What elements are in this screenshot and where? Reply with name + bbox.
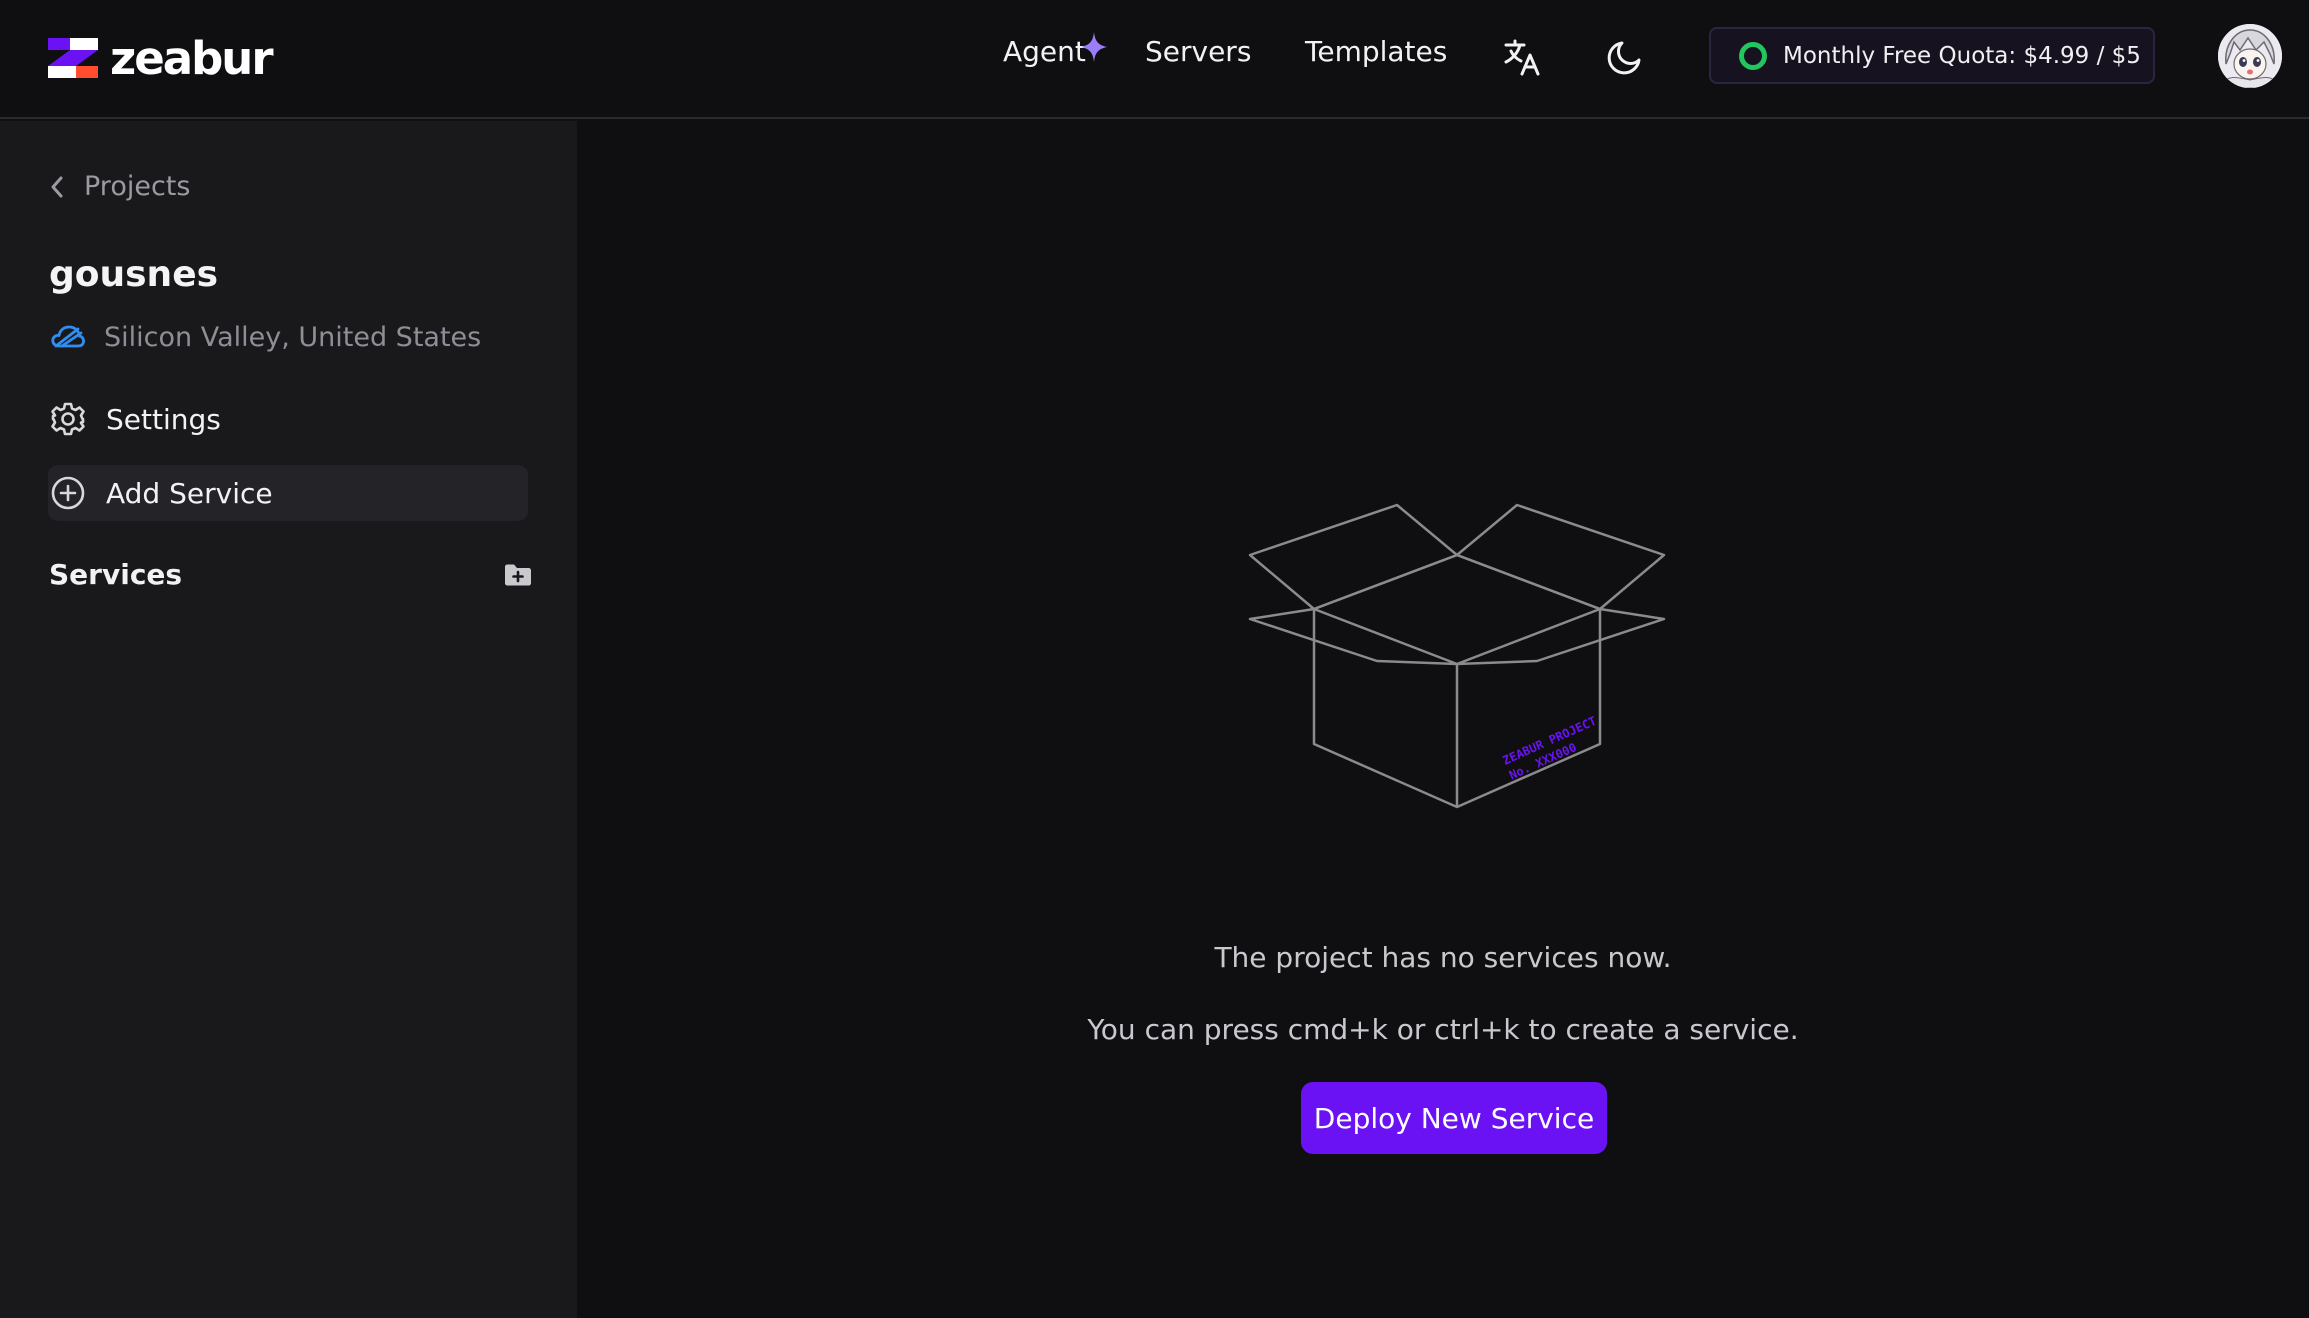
- nav-agent[interactable]: Agent: [1003, 35, 1086, 68]
- nav-templates[interactable]: Templates: [1305, 35, 1447, 68]
- back-to-projects-link[interactable]: Projects: [48, 171, 190, 202]
- services-section-header: Services: [49, 558, 531, 591]
- project-region: Silicon Valley, United States: [50, 319, 481, 355]
- sidebar-item-settings-label: Settings: [106, 402, 221, 436]
- brand-name: zeabur: [110, 31, 274, 85]
- sidebar-item-settings[interactable]: Settings: [48, 391, 528, 447]
- gear-icon: [51, 402, 85, 436]
- shortcut-hint: You can press cmd+k or ctrl+k to create …: [1087, 1013, 1799, 1046]
- back-label: Projects: [84, 171, 191, 202]
- chevron-left-icon: [51, 176, 63, 197]
- translate-icon: [1504, 39, 1540, 76]
- translate-button[interactable]: [1500, 35, 1544, 79]
- nav-servers[interactable]: Servers: [1145, 35, 1251, 68]
- theme-toggle-button[interactable]: [1603, 35, 1647, 79]
- sparkle-icon: [1081, 32, 1107, 62]
- zeabur-logo[interactable]: zeabur: [48, 28, 274, 88]
- plus-circle-icon: [51, 476, 85, 510]
- quota-label: Monthly Free Quota: $4.99 / $5: [1783, 42, 2141, 69]
- sidebar: Projects gousnes Silicon Valley, United …: [0, 121, 577, 1318]
- main-content: ZEABUR PROJECT No. XXX000 The project ha…: [577, 121, 2309, 1318]
- sidebar-item-add-service[interactable]: Add Service: [48, 465, 528, 521]
- deploy-new-service-button[interactable]: Deploy New Service: [1301, 1082, 1607, 1154]
- top-bar: zeabur Agent Servers Templates Monthly F…: [0, 0, 2309, 119]
- empty-box-illustration: ZEABUR PROJECT No. XXX000: [1248, 503, 1666, 809]
- avatar-image: [2218, 24, 2282, 88]
- region-label: Silicon Valley, United States: [104, 321, 482, 353]
- cloud-region-icon: [51, 325, 85, 348]
- sidebar-item-add-service-label: Add Service: [106, 476, 273, 510]
- project-name: gousnes: [49, 254, 219, 295]
- moon-icon: [1607, 41, 1641, 75]
- empty-state-message: The project has no services now.: [1214, 941, 1672, 974]
- folder-plus-icon[interactable]: [503, 562, 533, 588]
- quota-status-ring: [1739, 41, 1767, 70]
- quota-badge[interactable]: Monthly Free Quota: $4.99 / $5: [1709, 27, 2155, 84]
- services-heading: Services: [49, 558, 183, 591]
- user-avatar[interactable]: [2218, 24, 2282, 88]
- zeabur-logo-icon: [48, 38, 98, 78]
